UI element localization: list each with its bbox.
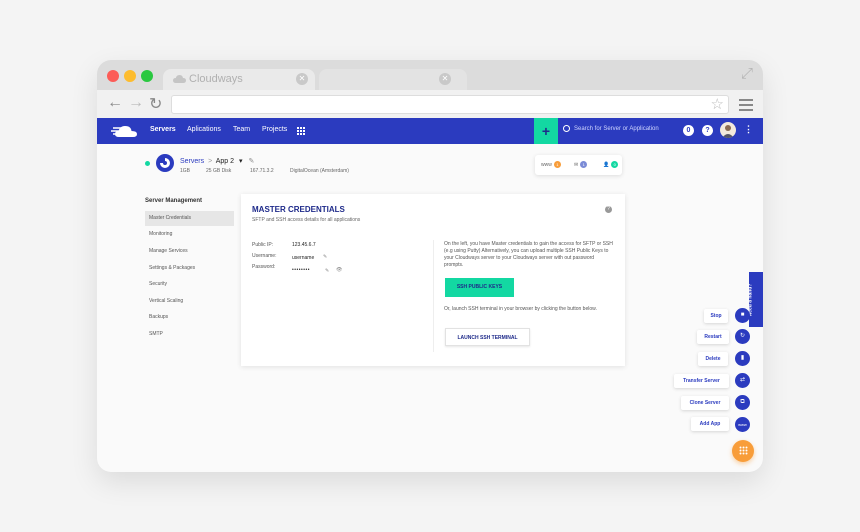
- server-dropdown-icon[interactable]: ▾: [239, 158, 243, 165]
- forward-icon[interactable]: →: [128, 94, 144, 112]
- browser-titlebar: Cloudways ✕ ✕ ⤢: [97, 60, 763, 91]
- apps-grid-icon[interactable]: [297, 127, 305, 135]
- more-options-icon[interactable]: ⋮: [744, 124, 753, 135]
- search-icon: [563, 125, 570, 132]
- breadcrumb-separator: >: [208, 158, 213, 165]
- master-credentials-card: MASTER CREDENTIALS SFTP and SSH access d…: [241, 194, 625, 366]
- sidebar-item-backups[interactable]: Backups: [145, 310, 234, 325]
- public-ip-label: Public IP:: [252, 242, 274, 248]
- grid-dots-icon: [739, 446, 747, 455]
- maximize-window-button[interactable]: [141, 70, 153, 82]
- password-label: Password:: [252, 264, 276, 270]
- back-icon[interactable]: ←: [107, 94, 123, 112]
- nav-servers[interactable]: Servers: [150, 126, 176, 133]
- reload-icon[interactable]: ↻: [149, 94, 162, 114]
- nav-team[interactable]: Team: [233, 126, 250, 133]
- browser-window: Cloudways ✕ ✕ ⤢ ← → ↻ ☆ Servers Aplicati…: [97, 60, 763, 472]
- add-button[interactable]: +: [534, 118, 558, 144]
- close-tab-icon[interactable]: ✕: [439, 73, 451, 85]
- sidebar-item-settings-packages[interactable]: Settings & Packages: [145, 261, 234, 276]
- edit-server-name-icon[interactable]: ✎: [248, 158, 254, 165]
- search-bar[interactable]: Search for Server or Application: [563, 125, 659, 132]
- close-window-button[interactable]: [107, 70, 119, 82]
- sidebar-item-vertical-scaling[interactable]: Vertical Scaling: [145, 294, 234, 309]
- password-value: ••••••••: [292, 267, 311, 273]
- top-navigation: Servers Aplications Team Projects + Sear…: [97, 118, 763, 144]
- user-avatar-icon: [722, 125, 734, 138]
- need-a-hand-tab[interactable]: Need a hand?: [747, 272, 763, 327]
- digitalocean-logo: [156, 154, 174, 172]
- star-icon[interactable]: ☆: [711, 95, 724, 113]
- stop-icon[interactable]: ■: [735, 308, 750, 323]
- ssh-description: On the left, you have Master credentials…: [444, 241, 613, 268]
- browser-menu-icon[interactable]: [739, 99, 753, 114]
- username-value: username: [292, 255, 315, 261]
- quick-actions-fab[interactable]: [732, 440, 754, 462]
- www-count-badge: 1: [553, 161, 561, 168]
- server-ip: 167.71.3.2: [250, 168, 274, 174]
- avatar[interactable]: [720, 122, 736, 138]
- restart-button[interactable]: Restart: [697, 330, 729, 344]
- card-subtitle: SFTP and SSH access details for all appl…: [252, 217, 361, 223]
- db-count-chip[interactable]: ✉ 1: [574, 161, 588, 168]
- nav-projects[interactable]: Projects: [262, 126, 287, 133]
- apps-count-chip[interactable]: www 1: [541, 161, 561, 168]
- edit-username-icon[interactable]: ✎: [323, 254, 327, 260]
- sidebar-title: Server Management: [145, 198, 203, 204]
- cloud-icon: [173, 75, 186, 83]
- transfer-server-button[interactable]: Transfer Server: [674, 374, 729, 388]
- nav-applications[interactable]: Aplications: [187, 126, 221, 133]
- address-bar[interactable]: ☆: [171, 95, 729, 114]
- show-password-icon[interactable]: 👁: [336, 267, 342, 273]
- www-label: www: [541, 162, 552, 168]
- launch-ssh-terminal-button[interactable]: LAUNCH SSH TERMINAL: [445, 328, 530, 346]
- server-disk: 25 GB Disk: [206, 168, 232, 174]
- username-label: Username:: [252, 253, 277, 259]
- public-ip-value: 123.45.6.7: [292, 242, 316, 248]
- add-app-button[interactable]: Add App: [691, 417, 729, 431]
- add-app-icon[interactable]: www: [735, 417, 750, 432]
- sidebar-item-manage-services[interactable]: Manage Services: [145, 244, 234, 259]
- sidebar-item-master-credentials[interactable]: Master Credentials: [145, 211, 234, 226]
- users-count-badge: 0: [611, 161, 619, 168]
- question-icon[interactable]: ?: [605, 206, 612, 213]
- notification-count-badge[interactable]: 0: [683, 125, 694, 136]
- search-placeholder: Search for Server or Application: [574, 126, 659, 133]
- server-status-dot: [145, 161, 150, 166]
- ssh-public-keys-button[interactable]: SSH PUBLIC KEYS: [445, 278, 514, 297]
- edit-password-icon[interactable]: ✎: [325, 268, 329, 274]
- card-divider: [433, 240, 434, 352]
- server-summary-widget[interactable]: www 1 ✉ 1 👤 0: [535, 155, 622, 175]
- clone-server-button[interactable]: Clone Server: [681, 396, 729, 410]
- close-tab-icon[interactable]: ✕: [296, 73, 308, 85]
- browser-toolbar: ← → ↻ ☆: [97, 90, 763, 118]
- sidebar-item-security[interactable]: Security: [145, 277, 234, 292]
- terminal-description: Or, launch SSH terminal in your browser …: [444, 306, 597, 312]
- stop-button[interactable]: Stop: [704, 309, 728, 323]
- tab-title: Cloudways: [189, 73, 243, 85]
- browser-tab-inactive[interactable]: ✕: [319, 69, 467, 91]
- db-icon: ✉: [574, 162, 579, 168]
- card-title: MASTER CREDENTIALS: [252, 205, 345, 214]
- clone-server-icon[interactable]: ⧉: [735, 395, 750, 410]
- sidebar-item-smtp[interactable]: SMTP: [145, 327, 234, 342]
- db-count-badge: 1: [580, 161, 588, 168]
- sidebar-item-monitoring[interactable]: Monitoring: [145, 227, 234, 242]
- minimize-window-button[interactable]: [124, 70, 136, 82]
- expand-icon[interactable]: ⤢: [741, 65, 753, 82]
- server-provider: DigitalOcean (Amsterdam): [290, 168, 349, 174]
- browser-tab-active[interactable]: Cloudways ✕: [163, 69, 315, 91]
- server-name: App 2: [215, 158, 235, 165]
- server-ram: 1GB: [180, 168, 191, 174]
- help-icon[interactable]: ?: [702, 125, 713, 136]
- cloudways-logo[interactable]: [111, 124, 137, 138]
- delete-icon[interactable]: ▮: [735, 351, 750, 366]
- restart-icon[interactable]: ↻: [735, 329, 750, 344]
- users-icon: 👤: [603, 162, 610, 168]
- transfer-server-icon[interactable]: ⇄: [735, 373, 750, 388]
- users-count-chip[interactable]: 👤 0: [603, 161, 619, 168]
- breadcrumb-servers-link[interactable]: Servers: [180, 158, 204, 165]
- breadcrumb: Servers > App 2 ▾ ✎: [180, 157, 254, 165]
- delete-button[interactable]: Delete: [698, 352, 728, 366]
